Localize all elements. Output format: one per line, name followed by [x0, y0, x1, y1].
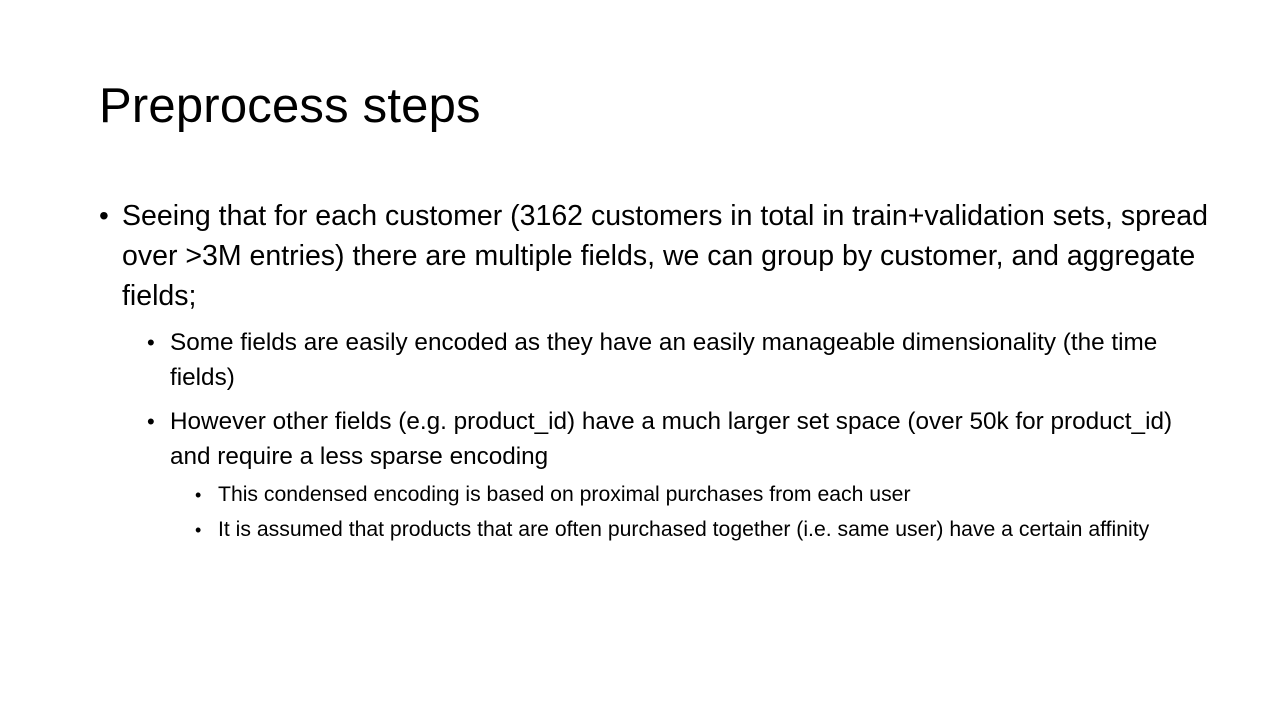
slide-title: Preprocess steps — [99, 79, 481, 133]
bullet-text: It is assumed that products that are oft… — [218, 518, 1150, 541]
bullet-dot: • — [147, 330, 155, 355]
bullet-level-2: • Some fields are easily encoded as they… — [147, 325, 1209, 395]
bullet-dot: • — [147, 409, 155, 434]
bullet-level-1: • Seeing that for each customer (3162 cu… — [99, 196, 1209, 316]
bullet-level-3: • This condensed encoding is based on pr… — [195, 480, 1209, 510]
bullet-text: However other fields (e.g. product_id) h… — [170, 408, 1173, 470]
bullet-text: This condensed encoding is based on prox… — [218, 483, 911, 506]
bullet-text: Seeing that for each customer (3162 cust… — [122, 200, 1208, 312]
bullet-level-3: • It is assumed that products that are o… — [195, 515, 1209, 545]
bullet-dot: • — [195, 520, 202, 540]
bullet-dot: • — [195, 485, 202, 505]
bullet-level-2: • However other fields (e.g. product_id)… — [147, 404, 1209, 474]
bullet-dot: • — [99, 200, 109, 231]
slide: Preprocess steps • Seeing that for each … — [0, 0, 1280, 720]
slide-body: • Seeing that for each customer (3162 cu… — [99, 196, 1209, 545]
bullet-text: Some fields are easily encoded as they h… — [170, 329, 1158, 391]
